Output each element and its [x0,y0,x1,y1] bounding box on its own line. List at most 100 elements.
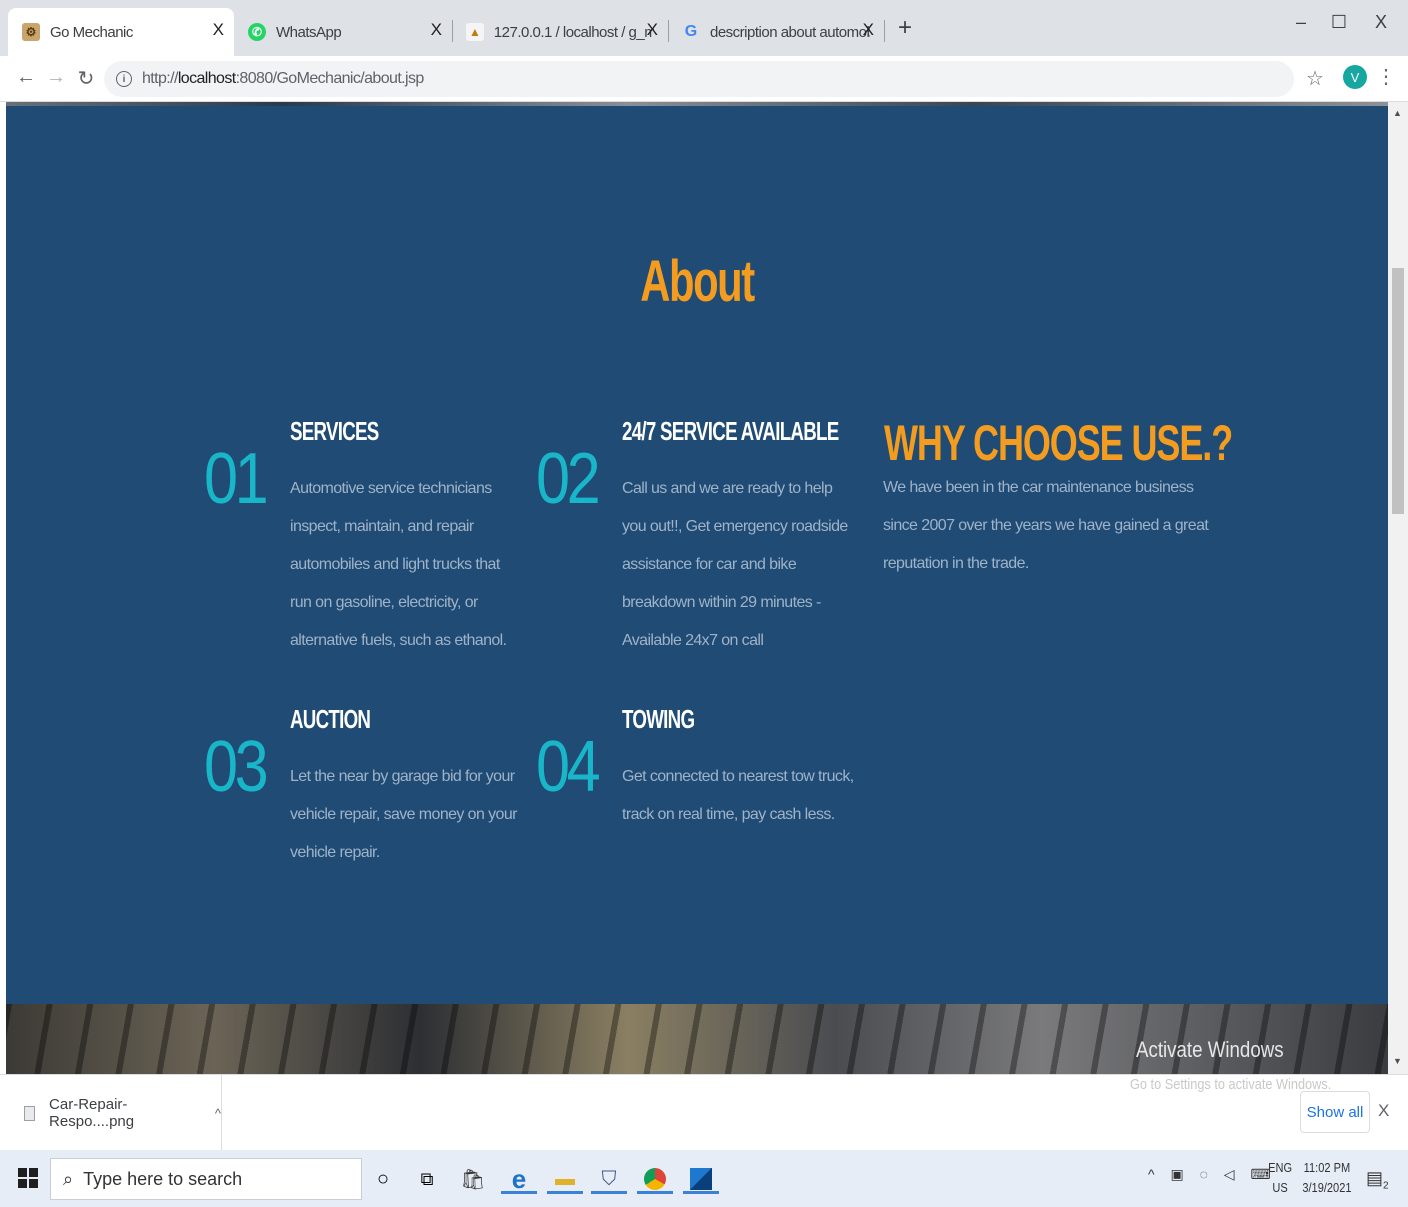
activate-windows-subtitle: Go to Settings to activate Windows. [1130,1076,1332,1093]
description-line: Let the near by garage bid for your [290,768,515,785]
description-line: inspect, maintain, and repair [290,518,474,535]
clock-date: 3/19/2021 [1302,1180,1352,1195]
feature-heading: SERVICES [290,416,379,446]
tab-close-icon[interactable]: X [431,20,442,40]
taskbar-clock[interactable]: 11:02 PM 3/19/2021 [1302,1158,1351,1198]
google-icon: G [684,23,698,40]
feature-number: 01 [204,439,269,519]
whatsapp-icon: ✆ [248,23,266,41]
bookmark-star-icon[interactable]: ☆ [1306,66,1324,91]
description-line: vehicle repair. [290,844,380,861]
photos-icon[interactable] [683,1164,719,1194]
why-choose-description: We have been in the car maintenance busi… [883,469,1209,583]
tab-title: WhatsApp [276,23,342,41]
description-line: vehicle repair, save money on your [290,806,517,823]
tab-close-icon[interactable]: X [647,20,658,40]
feature-number: 04 [536,727,601,807]
description-line: you out!!, Get emergency roadside [622,518,848,535]
url-path: :8080/GoMechanic/about.jsp [235,70,425,87]
browser-menu-icon[interactable]: ⋮ [1376,64,1396,89]
back-arrow-icon[interactable]: ← [14,66,38,89]
file-explorer-icon[interactable]: ▬ [547,1164,583,1194]
feature-description: Automotive service technicians inspect, … [290,470,507,660]
profile-avatar[interactable]: V [1343,65,1367,89]
windows-taskbar: ⌕ Type here to search ○ ⧉ 🛍 e ▬ ⛉ ^ ▣ ◌ … [0,1150,1408,1207]
security-shield-icon[interactable]: ⛉ [591,1164,627,1194]
taskbar-search-box[interactable]: ⌕ Type here to search [50,1158,362,1200]
tab-close-icon[interactable]: X [863,20,874,40]
download-item[interactable]: Car-Repair-Respo....png ^ [0,1075,222,1151]
new-tab-button[interactable]: + [893,14,917,42]
description-line: Call us and we are ready to help [622,480,833,497]
store-icon[interactable]: 🛍 [458,1164,488,1194]
description-line: track on real time, pay cash less. [622,806,835,823]
show-all-button[interactable]: Show all [1300,1091,1370,1133]
download-file-name: Car-Repair-Respo....png [49,1096,135,1130]
url-prefix: http:// [142,70,178,87]
feature-number: 03 [204,727,269,807]
description-line: Get connected to nearest tow truck, [622,768,854,785]
chrome-icon[interactable] [637,1164,673,1194]
scrollbar-thumb[interactable] [1392,268,1404,514]
browser-toolbar: ← → ↻ i http://localhost:8080/GoMechanic… [0,56,1408,102]
phpmyadmin-icon: ▲ [466,23,484,41]
tab-title: description about automobile se [710,23,870,41]
description-line: Available 24x7 on call [622,632,764,649]
chevron-up-icon[interactable]: ^ [215,1106,221,1121]
description-line: breakdown within 29 minutes - [622,594,821,611]
reload-icon[interactable]: ↻ [74,66,98,91]
feature-number: 02 [536,439,601,519]
description-line: alternative fuels, such as ethanol. [290,632,507,649]
info-icon[interactable]: i [116,71,132,87]
feature-description: Call us and we are ready to help you out… [622,470,848,660]
windows-start-icon[interactable] [18,1168,38,1188]
tab-separator [884,20,885,42]
description-line: assistance for car and bike [622,556,797,573]
close-window-button[interactable]: X [1366,12,1396,33]
tab-strip: ⚙ Go Mechanic X ✆ WhatsApp X ▲ 127.0.0.1… [0,0,1408,56]
feature-description: Get connected to nearest tow truck, trac… [622,758,854,834]
url-text: http://localhost:8080/GoMechanic/about.j… [142,70,424,88]
cortana-icon[interactable]: ○ [368,1164,398,1194]
notification-count: 2 [1383,1180,1389,1192]
tab-close-icon[interactable]: X [213,20,224,40]
address-bar[interactable]: i http://localhost:8080/GoMechanic/about… [104,61,1294,97]
hero-image-edge [6,102,1388,106]
minimize-button[interactable]: – [1286,12,1316,33]
maximize-button[interactable]: ☐ [1324,12,1354,33]
search-placeholder: Type here to search [83,1168,243,1189]
scroll-down-icon[interactable]: ▼ [1393,1056,1402,1066]
feature-description: Let the near by garage bid for your vehi… [290,758,517,872]
description-line: since 2007 over the years we have gained… [883,517,1209,534]
gomechanic-favicon: ⚙ [22,23,40,41]
system-tray-icons[interactable]: ^ ▣ ◌ ◁ ⌨ [1148,1166,1277,1183]
region-code: US [1272,1180,1288,1195]
search-icon: ⌕ [63,1168,74,1189]
edge-icon[interactable]: e [501,1164,537,1194]
tab-go-mechanic[interactable]: ⚙ Go Mechanic X [8,8,234,56]
input-language[interactable]: ENG US [1268,1158,1292,1198]
url-host: localhost [177,70,236,87]
tab-whatsapp[interactable]: ✆ WhatsApp X [234,8,452,56]
description-line: Automotive service technicians [290,480,492,497]
file-icon [24,1105,36,1121]
feature-heading: 24/7 SERVICE AVAILABLE [622,416,839,446]
close-shelf-icon[interactable]: X [1378,1101,1389,1121]
tab-title: 127.0.0.1 / localhost / g_me / cu [493,23,654,41]
tab-google-search[interactable]: G description about automobile se X [668,8,884,56]
scroll-up-icon[interactable]: ▲ [1393,108,1402,118]
task-view-icon[interactable]: ⧉ [412,1164,442,1194]
description-line: automobiles and light trucks that [290,556,500,573]
description-line: We have been in the car maintenance busi… [883,479,1194,496]
description-line: run on gasoline, electricity, or [290,594,478,611]
notification-center-icon[interactable]: ▤2 [1366,1168,1389,1192]
activate-windows-watermark: Activate Windows [1136,1037,1284,1062]
feature-heading: TOWING [622,704,695,734]
tab-phpmyadmin[interactable]: ▲ 127.0.0.1 / localhost / g_me / cu X [452,8,668,56]
why-choose-heading: WHY CHOOSE USE.? [884,415,1233,471]
clock-time: 11:02 PM [1303,1160,1351,1175]
page-scrollbar[interactable]: ▲ ▼ [1388,102,1408,1074]
forward-arrow-icon[interactable]: → [44,66,68,89]
language-code: ENG [1268,1160,1293,1175]
feature-heading: AUCTION [290,704,371,734]
